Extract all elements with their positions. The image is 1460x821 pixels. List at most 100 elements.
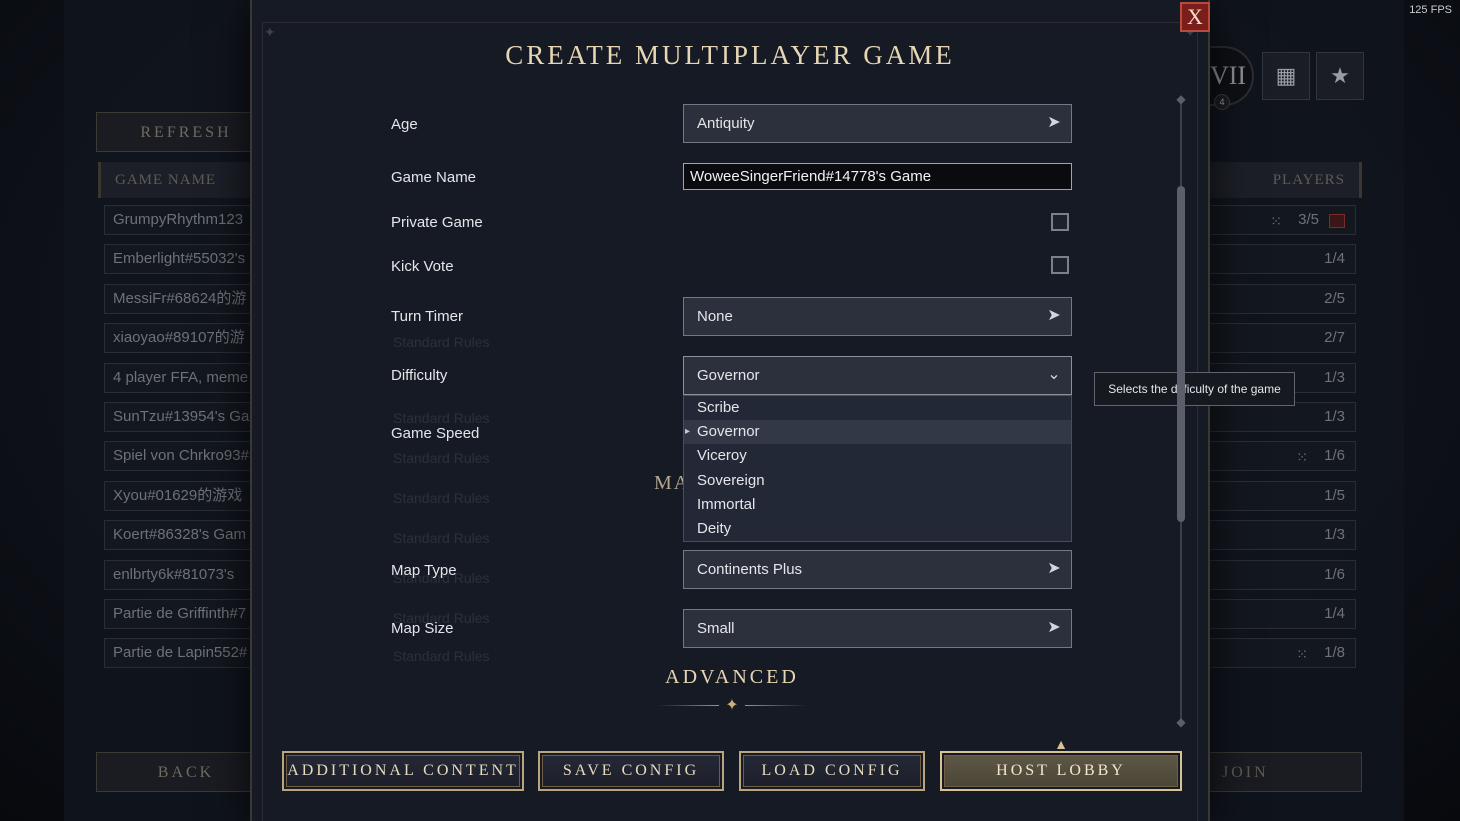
difficulty-option[interactable]: Deity <box>684 517 1071 541</box>
host-lobby-button[interactable]: HOST LOBBY <box>940 751 1182 791</box>
difficulty-option[interactable]: Viceroy <box>684 444 1071 468</box>
modal-title: CREATE MULTIPLAYER GAME <box>505 40 955 70</box>
game-row-players[interactable]: 1/4 <box>1210 244 1356 274</box>
player-count: 1/6 <box>1324 447 1345 464</box>
game-row-name[interactable]: Partie de Griffinth#7 <box>104 599 264 629</box>
kick-vote-checkbox[interactable] <box>1051 256 1069 274</box>
players-icon: ▦ <box>1275 63 1297 88</box>
game-row-players[interactable]: 2/5 <box>1210 284 1356 314</box>
save-config-button[interactable]: SAVE CONFIG <box>538 751 724 791</box>
ornament-icon: ✦ <box>725 697 739 714</box>
map-type-dropdown[interactable]: Continents Plus ➤ <box>683 550 1072 589</box>
ghost-text: Standard Rules <box>393 648 490 664</box>
additional-content-button[interactable]: ADDITIONAL CONTENT <box>282 751 524 791</box>
age-dropdown[interactable]: Antiquity ➤ <box>683 104 1072 143</box>
difficulty-option[interactable]: ▸ Governor <box>684 420 1071 445</box>
game-row-name[interactable]: SunTzu#13954's Ga <box>104 402 264 432</box>
scroll-down-icon[interactable]: ◆ <box>1175 716 1187 728</box>
player-count: 1/8 <box>1324 644 1345 661</box>
game-row-players[interactable]: 1/5 <box>1210 481 1356 511</box>
era-badge: 4 <box>1214 94 1230 110</box>
difficulty-option-label: Deity <box>697 520 732 537</box>
game-row-players[interactable]: 1/6 ⁙ <box>1210 441 1356 471</box>
game-row-name[interactable]: Xyou#01629的游戏 <box>104 481 264 511</box>
player-count: 1/3 <box>1324 408 1345 425</box>
dropdown-arrow-icon: ➤ <box>1047 114 1061 131</box>
player-count: 1/3 <box>1324 526 1345 543</box>
game-row-players[interactable]: 2/7 <box>1210 323 1356 353</box>
turn-timer-value: None <box>697 308 733 325</box>
back-button[interactable]: BACK <box>96 752 276 792</box>
fps-counter: 125 FPS <box>1409 4 1452 16</box>
dropdown-arrow-icon: ➤ <box>1047 619 1061 636</box>
scroll-up-icon[interactable]: ◆ <box>1175 93 1187 105</box>
game-name-input[interactable]: WoweeSingerFriend#14778's Game <box>683 163 1072 190</box>
game-row-name[interactable]: Koert#86328's Gam <box>104 520 264 550</box>
difficulty-options-list: Scribe ▸ Governor Viceroy Sovereign Immortal D… <box>683 395 1072 542</box>
game-row-players[interactable]: 1/6 <box>1210 560 1356 590</box>
turn-timer-label: Turn Timer <box>391 308 463 325</box>
difficulty-option[interactable]: Sovereign <box>684 469 1071 493</box>
game-speed-label: Game Speed <box>391 425 480 442</box>
load-config-button[interactable]: LOAD CONFIG <box>739 751 925 791</box>
game-row-name[interactable]: xiaoyao#89107的游 <box>104 323 264 353</box>
divider-line <box>745 705 807 706</box>
advanced-section-title[interactable]: ADVANCED <box>252 666 1212 689</box>
difficulty-option-label: Governor <box>697 423 760 441</box>
leaderboard-icon: ★ <box>1330 63 1350 88</box>
game-row-name[interactable]: Spiel von Chrkro93# <box>104 441 264 471</box>
game-name-label: Game Name <box>391 169 477 186</box>
map-type-value: Continents Plus <box>697 561 803 578</box>
game-row-players[interactable]: 1/3 <box>1210 402 1356 432</box>
map-type-label: Map Type <box>391 562 457 579</box>
player-count: 3/5 <box>1298 211 1319 228</box>
map-size-dropdown[interactable]: Small ➤ <box>683 609 1072 648</box>
map-size-label: Map Size <box>391 620 454 637</box>
create-game-modal: ✦ ✦ CREATE MULTIPLAYER GAME X Age Antiqu… <box>250 0 1295 821</box>
difficulty-option-label: Sovereign <box>697 471 765 489</box>
ghost-text: Standard Rules <box>393 334 490 350</box>
turn-timer-dropdown[interactable]: None ➤ <box>683 297 1072 336</box>
game-row-name[interactable]: GrumpyRhythm123 <box>104 205 264 235</box>
difficulty-value: Governor <box>697 367 760 384</box>
refresh-button[interactable]: REFRESH <box>96 112 276 152</box>
corner-ornament-icon: ✦ <box>264 24 276 40</box>
leaderboard-icon-button[interactable]: ★ <box>1316 52 1364 100</box>
mod-dice-icon: ⁙ <box>1296 646 1308 662</box>
game-row-name[interactable]: 4 player FFA, meme <box>104 363 264 393</box>
private-game-checkbox[interactable] <box>1051 213 1069 231</box>
mod-dice-icon: ⁙ <box>1270 213 1282 229</box>
report-flag-icon[interactable] <box>1329 214 1345 228</box>
players-icon-button[interactable]: ▦ <box>1262 52 1310 100</box>
player-count: 1/3 <box>1324 369 1345 386</box>
game-row-name[interactable]: Emberlight#55032's <box>104 244 264 274</box>
difficulty-option[interactable]: Immortal <box>684 493 1071 517</box>
game-row-players[interactable]: 3/5 ⁙ <box>1210 205 1356 235</box>
private-game-label: Private Game <box>391 214 483 231</box>
game-row-players[interactable]: 1/3 <box>1210 520 1356 550</box>
game-row-name[interactable]: enlbrty6k#81073's <box>104 560 264 590</box>
game-row-players[interactable]: 1/4 <box>1210 599 1356 629</box>
difficulty-option-label: Viceroy <box>697 447 747 465</box>
divider-line <box>657 705 719 706</box>
scrollbar-thumb[interactable] <box>1177 186 1185 522</box>
ghost-text: Standard Rules <box>393 530 490 546</box>
column-header-players[interactable]: PLAYERS <box>1210 162 1362 198</box>
difficulty-dropdown[interactable]: Governor ⌄ <box>683 356 1072 395</box>
player-count: 1/4 <box>1324 605 1345 622</box>
game-row-players[interactable]: 1/8 ⁙ <box>1210 638 1356 668</box>
player-count: 2/5 <box>1324 290 1345 307</box>
dropdown-arrow-icon: ➤ <box>1047 560 1061 577</box>
player-count: 1/6 <box>1324 566 1345 583</box>
selected-marker-icon: ▸ <box>685 426 691 438</box>
ghost-text: Standard Rules <box>393 450 490 466</box>
close-button[interactable]: X <box>1180 2 1210 32</box>
host-crest-icon: ▲ <box>1054 736 1068 752</box>
join-button[interactable]: JOIN <box>1210 752 1362 792</box>
game-row-name[interactable]: Partie de Lapin552# <box>104 638 264 668</box>
mod-dice-icon: ⁙ <box>1296 449 1308 465</box>
difficulty-option[interactable]: Scribe <box>684 396 1071 420</box>
game-row-name[interactable]: MessiFr#68624的游 <box>104 284 264 314</box>
difficulty-option-label: Scribe <box>697 399 740 416</box>
map-size-value: Small <box>697 620 735 637</box>
